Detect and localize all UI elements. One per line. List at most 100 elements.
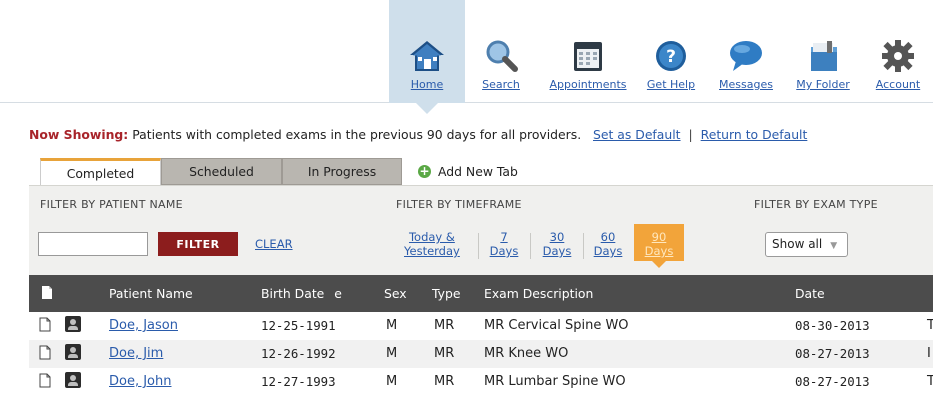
nav-label: Get Help	[646, 78, 696, 91]
link-separator: |	[688, 127, 693, 142]
extra-cell: T	[927, 374, 933, 389]
nav-appointments[interactable]: Appointments	[544, 0, 632, 103]
patient-image-icon[interactable]	[65, 372, 81, 388]
nav-search[interactable]: Search	[470, 0, 532, 103]
type-cell: MR	[434, 346, 455, 361]
nav-home[interactable]: Home	[389, 0, 465, 114]
table-row[interactable]: Doe, Jim 12-26-1992 M MR MR Knee WO 08-2…	[29, 340, 933, 368]
nav-label: Appointments	[549, 78, 627, 91]
now-showing-bar: Now Showing: Patients with completed exa…	[29, 127, 807, 142]
nav-label: My Folder	[796, 78, 850, 91]
header-type[interactable]: Type	[432, 286, 460, 301]
exam-description-cell: MR Cervical Spine WO	[484, 318, 629, 333]
nav-account[interactable]: Account	[870, 0, 926, 103]
nav-get-help[interactable]: ? Get Help	[643, 0, 699, 103]
timeframe-line1: Today &	[408, 230, 455, 244]
nav-messages[interactable]: Messages	[717, 0, 775, 103]
nav-label: Search	[482, 78, 520, 91]
set-as-default-link[interactable]: Set as Default	[593, 127, 681, 142]
gear-icon	[879, 38, 917, 74]
timeframe-divider	[530, 233, 531, 259]
header-sex[interactable]: Sex	[384, 286, 407, 301]
header-birth-date[interactable]: Birth Date e	[261, 286, 342, 301]
header-exam-description[interactable]: Exam Description	[484, 286, 593, 301]
filter-by-exam-type-section: FILTER BY EXAM TYPE	[745, 186, 933, 276]
clear-link[interactable]: CLEAR	[255, 237, 293, 251]
date-cell: 08-30-2013	[795, 318, 870, 333]
header-birth-date-suffix: e	[334, 286, 342, 301]
active-pointer	[416, 103, 438, 114]
timeframe-line1: 30	[549, 230, 565, 244]
report-icon[interactable]	[39, 373, 51, 388]
type-cell: MR	[434, 318, 455, 333]
document-column-icon	[41, 285, 53, 303]
tab-scheduled[interactable]: Scheduled	[161, 158, 282, 185]
svg-text:?: ?	[666, 47, 676, 67]
timeframe-line2: Days	[593, 244, 623, 258]
return-to-default-link[interactable]: Return to Default	[701, 127, 808, 142]
timeframe-line1: 90	[651, 230, 667, 244]
extra-cell: T	[927, 318, 933, 333]
timeframe-90-days[interactable]: 90 Days	[634, 224, 684, 268]
report-icon[interactable]	[39, 345, 51, 360]
timeframe-today-yesterday[interactable]: Today & Yesterday	[404, 230, 460, 258]
filter-by-timeframe-heading: FILTER BY TIMEFRAME	[396, 198, 522, 211]
filter-bar: FILTER BY PATIENT NAME FILTER CLEAR FILT…	[29, 185, 933, 275]
tab-completed[interactable]: Completed	[40, 158, 161, 185]
exam-type-select[interactable]: Show all ▼	[765, 232, 848, 257]
timeframe-7-days[interactable]: 7 Days	[487, 230, 521, 258]
now-showing-label: Now Showing:	[29, 127, 129, 142]
table-header: Patient Name Birth Date e Sex Type Exam …	[29, 275, 933, 312]
timeframe-line2: Days	[644, 244, 674, 258]
add-new-tab-button[interactable]: + Add New Tab	[402, 158, 522, 185]
search-icon	[482, 38, 520, 74]
timeframe-line2: Days	[489, 244, 519, 258]
timeframe-line1: 60	[600, 230, 616, 244]
patient-name-input[interactable]	[38, 232, 148, 256]
birth-date-cell: 12-26-1992	[261, 346, 336, 361]
tab-bar: Completed Scheduled In Progress + Add Ne…	[40, 158, 522, 185]
report-icon[interactable]	[39, 317, 51, 332]
patient-image-icon[interactable]	[65, 316, 81, 332]
date-cell: 08-27-2013	[795, 374, 870, 389]
sex-cell: M	[386, 346, 398, 361]
folder-icon	[804, 38, 842, 74]
patient-image-icon[interactable]	[65, 344, 81, 360]
birth-date-cell: 12-27-1993	[261, 374, 336, 389]
timeframe-divider	[583, 233, 584, 259]
sex-cell: M	[386, 318, 398, 333]
date-cell: 08-27-2013	[795, 346, 870, 361]
type-cell: MR	[434, 374, 455, 389]
patient-name-link[interactable]: Doe, John	[109, 374, 172, 389]
table-row[interactable]: Doe, John 12-27-1993 M MR MR Lumbar Spin…	[29, 368, 933, 396]
header-birth-date-label: Birth Date	[261, 286, 325, 301]
exam-description-cell: MR Knee WO	[484, 346, 569, 361]
birth-date-cell: 12-25-1991	[261, 318, 336, 333]
help-icon: ?	[652, 38, 690, 74]
table-row[interactable]: Doe, Jason 12-25-1991 M MR MR Cervical S…	[29, 312, 933, 340]
exam-description-cell: MR Lumbar Spine WO	[484, 374, 626, 389]
timeframe-line2: Days	[542, 244, 572, 258]
tab-in-progress[interactable]: In Progress	[282, 158, 402, 185]
filter-by-name-section: FILTER BY PATIENT NAME FILTER CLEAR	[29, 186, 378, 276]
sex-cell: M	[386, 374, 398, 389]
nav-my-folder[interactable]: My Folder	[790, 0, 856, 103]
timeframe-60-days[interactable]: 60 Days	[590, 230, 626, 258]
home-icon	[408, 38, 446, 74]
filter-button[interactable]: FILTER	[158, 232, 238, 256]
filter-by-exam-type-heading: FILTER BY EXAM TYPE	[754, 198, 878, 211]
exam-type-selected: Show all	[772, 237, 823, 251]
timeframe-divider	[478, 233, 479, 259]
add-new-tab-label: Add New Tab	[438, 164, 518, 179]
active-pointer	[652, 261, 666, 268]
patient-name-link[interactable]: Doe, Jason	[109, 318, 178, 333]
chevron-down-icon: ▼	[830, 241, 838, 251]
top-navigation: Home Search Appointments ? Get Help Mess…	[0, 0, 933, 114]
now-showing-text: Patients with completed exams in the pre…	[132, 127, 582, 142]
timeframe-30-days[interactable]: 30 Days	[539, 230, 575, 258]
patient-name-link[interactable]: Doe, Jim	[109, 346, 163, 361]
header-patient-name[interactable]: Patient Name	[109, 286, 193, 301]
timeframe-line1: 7	[500, 230, 508, 244]
header-date[interactable]: Date	[795, 286, 825, 301]
messages-icon	[727, 38, 765, 74]
